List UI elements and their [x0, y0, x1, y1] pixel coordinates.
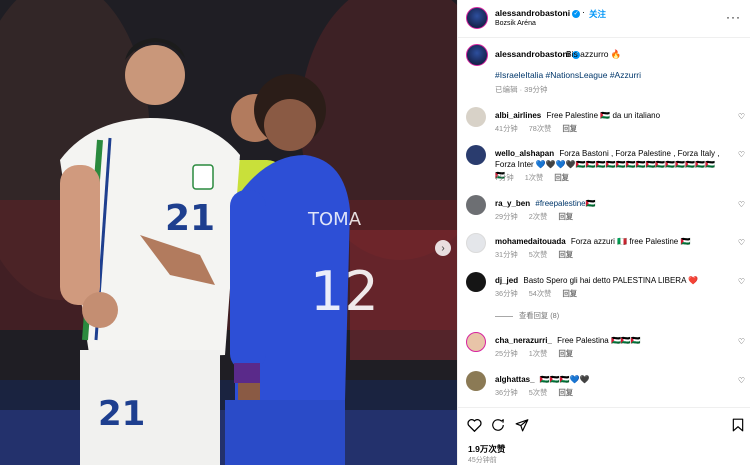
comment-username[interactable]: albi_airlines [495, 111, 541, 120]
match-photo-illustration: 21 21 12 TOMA [0, 0, 457, 465]
comment-meta: 36分钟 5次赞 回复 [495, 388, 582, 398]
comment-text: Forza azzuri 🇮🇹 free Palestine 🇵🇸 [570, 237, 691, 246]
comment-meta: 41分钟 78次赞 回复 [495, 124, 586, 134]
comment-avatar[interactable] [466, 195, 486, 215]
caption-avatar[interactable] [466, 44, 488, 66]
post-photo: 21 21 12 TOMA › [0, 0, 457, 465]
comment-time: 25分钟 [495, 349, 518, 358]
edited-timestamp: 已编辑 · 39分钟 [495, 85, 548, 94]
comment-avatar[interactable] [466, 371, 486, 391]
comment-likes[interactable]: 54次赞 [529, 289, 552, 298]
comment-text: Basto Spero gli hai detto PALESTINA LIBE… [523, 276, 699, 285]
verified-badge-icon: ✓ [572, 9, 581, 18]
comment-username[interactable]: mohamedaitouada [495, 237, 566, 246]
view-replies-button[interactable]: 查看回复 (8) [495, 311, 559, 321]
heart-icon[interactable]: ♡ [738, 376, 745, 385]
avatar[interactable] [466, 7, 488, 29]
comment-likes[interactable]: 5次赞 [529, 388, 548, 397]
comment-time: 29分钟 [495, 212, 518, 221]
jersey-name-right: TOMA [307, 209, 362, 230]
heart-icon[interactable]: ♡ [738, 238, 745, 247]
comment-likes[interactable]: 78次赞 [529, 124, 552, 133]
comment-likes[interactable]: 1次赞 [525, 173, 544, 182]
comment-username[interactable]: ra_y_ben [495, 199, 530, 208]
comment-likes[interactable]: 1次赞 [529, 349, 548, 358]
more-options-icon[interactable]: ··· [726, 10, 741, 24]
fire-emoji: 🔥 [610, 49, 622, 59]
replies-divider [495, 315, 513, 317]
comment-time: 7分钟 [495, 173, 514, 182]
reply-button[interactable]: 回复 [554, 173, 569, 182]
comment-text[interactable]: #freepalestine🇵🇸 [535, 199, 595, 208]
heart-icon[interactable]: ♡ [738, 200, 745, 209]
comment-username[interactable]: alghattas_ [495, 375, 535, 384]
reply-button[interactable]: 回复 [558, 212, 573, 221]
comment-text: Free Palestina 🇵🇸🇵🇸🇵🇸 [557, 336, 641, 345]
caption-text: Bis azzurro 🔥 [566, 49, 621, 60]
comment-avatar[interactable] [466, 145, 486, 165]
comment-username[interactable]: wello_alshapan [495, 149, 554, 158]
reply-button[interactable]: 回复 [558, 250, 573, 259]
comment-likes[interactable]: 5次赞 [529, 250, 548, 259]
comment-avatar[interactable] [466, 332, 486, 352]
shorts-number-left: 21 [98, 394, 145, 434]
comment-time: 36分钟 [495, 388, 518, 397]
comment-time: 31分钟 [495, 250, 518, 259]
post-action-bar: 1.9万次赞 45分钟前 [458, 407, 750, 465]
comment-body: cha_nerazurri_ Free Palestina 🇵🇸🇵🇸🇵🇸 [495, 335, 725, 346]
caption-body: Bis azzurro [566, 49, 609, 59]
comment-meta: 25分钟 1次赞 回复 [495, 349, 582, 359]
likes-count[interactable]: 1.9万次赞 [468, 443, 505, 455]
heart-icon[interactable]: ♡ [738, 112, 745, 121]
comment-meta: 29分钟 2次赞 回复 [495, 212, 582, 222]
post-location[interactable]: Bozsik Aréna [495, 20, 536, 27]
reply-button[interactable]: 回复 [563, 124, 578, 133]
comment-time: 41分钟 [495, 124, 518, 133]
chevron-right-icon[interactable]: › [435, 240, 451, 256]
post-author-username[interactable]: alessandrobastoni ✓ [495, 8, 581, 18]
reply-button[interactable]: 回复 [558, 349, 573, 358]
comment-meta: 31分钟 5次赞 回复 [495, 250, 582, 260]
comment-body: dj_jed Basto Spero gli hai detto PALESTI… [495, 275, 725, 286]
comment-time: 36分钟 [495, 289, 518, 298]
follow-button[interactable]: 关注 [589, 8, 606, 20]
comment-text: 🇵🇸🇵🇸🇵🇸💙🖤 [539, 375, 590, 384]
reply-button[interactable]: 回复 [558, 388, 573, 397]
comment-avatar[interactable] [466, 107, 486, 127]
heart-icon[interactable] [467, 418, 482, 432]
comment-username[interactable]: dj_jed [495, 276, 518, 285]
comment-username[interactable]: cha_nerazurri_ [495, 336, 552, 345]
share-icon[interactable] [515, 418, 529, 432]
caption-username-text[interactable]: alessandrobastoni [495, 49, 570, 59]
post-time-ago: 45分钟前 [468, 457, 497, 464]
comment-likes[interactable]: 2次赞 [529, 212, 548, 221]
heart-icon[interactable]: ♡ [738, 150, 745, 159]
post-author-username-text[interactable]: alessandrobastoni [495, 8, 570, 18]
comment-icon[interactable] [491, 418, 505, 432]
separator-dot: · [582, 7, 585, 17]
comment-meta: 36分钟 54次赞 回复 [495, 289, 586, 299]
comment-body: mohamedaitouada Forza azzuri 🇮🇹 free Pal… [495, 236, 725, 247]
post-sidebar: alessandrobastoni ✓ · 关注 Bozsik Aréna ···… [457, 0, 750, 465]
comment-avatar[interactable] [466, 233, 486, 253]
reply-button[interactable]: 回复 [563, 289, 578, 298]
comment-body: alghattas_ 🇵🇸🇵🇸🇵🇸💙🖤 [495, 374, 725, 385]
comment-body: ra_y_ben #freepalestine🇵🇸 [495, 198, 725, 209]
comment-text: Free Palestine 🇵🇸 da un italiano [546, 111, 661, 120]
post-header: alessandrobastoni ✓ · 关注 Bozsik Aréna ··· [458, 0, 750, 38]
jersey-number-right: 12 [310, 260, 379, 323]
comment-body: albi_airlines Free Palestine 🇵🇸 da un it… [495, 110, 725, 121]
heart-icon[interactable]: ♡ [738, 337, 745, 346]
jersey-number-left: 21 [165, 198, 215, 239]
heart-icon[interactable]: ♡ [738, 277, 745, 286]
caption-hashtags[interactable]: #IsraeleItalia #NationsLeague #Azzurri [495, 70, 641, 80]
bookmark-icon[interactable] [732, 418, 744, 432]
comment-avatar[interactable] [466, 272, 486, 292]
comment-meta: 7分钟 1次赞 回复 [495, 173, 578, 183]
view-replies-label[interactable]: 查看回复 (8) [519, 311, 559, 320]
